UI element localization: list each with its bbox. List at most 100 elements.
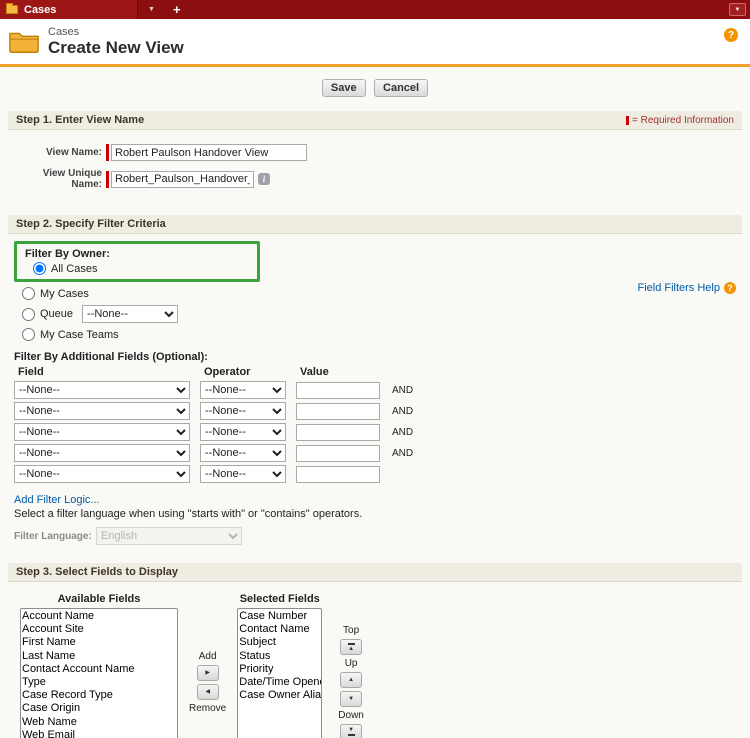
cancel-button[interactable]: Cancel <box>374 79 428 97</box>
bar-icon <box>348 643 355 645</box>
move-up-button[interactable]: ▲ <box>340 672 362 688</box>
page-title: Create New View <box>48 38 184 58</box>
filter-field-select-4[interactable]: --None-- <box>14 444 190 462</box>
filter-field-select-3[interactable]: --None-- <box>14 423 190 441</box>
list-item[interactable]: Date/Time Opened <box>239 676 320 689</box>
field-filters-help: Field Filters Help ? <box>637 282 736 294</box>
list-item[interactable]: First Name <box>22 636 176 649</box>
filter-row: --None-- --None-- AND <box>14 402 736 420</box>
bar-icon <box>348 734 355 736</box>
step3-title: Step 3. Select Fields to Display <box>16 566 178 578</box>
available-fields-column: Available Fields Account NameAccount Sit… <box>20 593 178 738</box>
all-cases-label: All Cases <box>51 263 97 275</box>
filter-field-select-2[interactable]: --None-- <box>14 402 190 420</box>
cases-folder-icon <box>8 28 40 59</box>
filter-operator-select-3[interactable]: --None-- <box>200 423 286 441</box>
filter-value-input-1[interactable] <box>296 382 380 399</box>
list-item[interactable]: Case Record Type <box>22 689 176 702</box>
down-arrow-icon: ▼ <box>348 727 354 733</box>
filter-row: --None-- --None-- <box>14 465 736 483</box>
reorder-controls: Top ▲ Up ▲ ▼ Down ▼ Bottom <box>335 625 367 738</box>
list-item[interactable]: Case Number <box>239 610 320 623</box>
move-down-button[interactable]: ▼ <box>340 691 362 707</box>
step3-header: Step 3. Select Fields to Display <box>8 563 742 582</box>
list-item[interactable]: Type <box>22 676 176 689</box>
filter-value-input-3[interactable] <box>296 424 380 441</box>
filter-operator-select-2[interactable]: --None-- <box>200 402 286 420</box>
top-button-row: Save Cancel <box>8 73 742 105</box>
field-filters-help-link[interactable]: Field Filters Help <box>637 282 720 294</box>
filter-value-input-5[interactable] <box>296 466 380 483</box>
move-bottom-button[interactable]: ▼ <box>340 724 362 738</box>
list-item[interactable]: Web Email <box>22 729 176 738</box>
required-bar-icon <box>106 144 109 161</box>
all-tabs-dropdown-button[interactable] <box>729 3 746 16</box>
view-unique-name-row: View Unique Name: i <box>14 168 736 190</box>
tab-cases[interactable]: Cases <box>0 0 138 19</box>
list-item[interactable]: Account Name <box>22 610 176 623</box>
queue-label: Queue <box>40 308 73 320</box>
list-item[interactable]: Account Site <box>22 623 176 636</box>
my-cases-label: My Cases <box>40 288 89 300</box>
cases-tab-folder-icon <box>6 5 18 14</box>
filter-language-row: Filter Language: English <box>14 527 736 545</box>
queue-select[interactable]: --None-- <box>82 305 178 323</box>
list-item[interactable]: Priority <box>239 663 320 676</box>
info-icon[interactable]: i <box>258 173 270 185</box>
additional-fields-label: Filter By Additional Fields (Optional): <box>14 351 736 363</box>
filter-row: --None-- --None-- AND <box>14 423 736 441</box>
filter-row: --None-- --None-- AND <box>14 444 736 462</box>
operator-column-header: Operator <box>200 366 286 378</box>
step1-header: Step 1. Enter View Name = Required Infor… <box>8 111 742 130</box>
list-item[interactable]: Contact Account Name <box>22 663 176 676</box>
my-case-teams-label: My Case Teams <box>40 329 119 341</box>
remove-label: Remove <box>189 703 226 714</box>
filter-value-input-2[interactable] <box>296 403 380 420</box>
queue-radio[interactable] <box>22 308 35 321</box>
remove-field-button[interactable]: ◀ <box>197 684 219 700</box>
filter-operator-select-5[interactable]: --None-- <box>200 465 286 483</box>
view-name-input[interactable] <box>111 144 307 161</box>
selected-fields-column: Selected Fields Case NumberContact NameS… <box>237 593 322 738</box>
filter-field-select-1[interactable]: --None-- <box>14 381 190 399</box>
my-cases-radio[interactable] <box>22 287 35 300</box>
save-button[interactable]: Save <box>322 79 366 97</box>
all-cases-radio[interactable] <box>33 262 46 275</box>
list-item[interactable]: Web Name <box>22 716 176 729</box>
move-top-button[interactable]: ▲ <box>340 639 362 655</box>
step1-body: View Name: View Unique Name: i <box>8 130 742 209</box>
page-help-icon[interactable]: ? <box>724 28 738 42</box>
selected-fields-listbox[interactable]: Case NumberContact NameSubjectStatusPrio… <box>237 608 322 738</box>
all-cases-option: All Cases <box>33 262 249 275</box>
available-fields-label: Available Fields <box>58 593 141 605</box>
queue-option: Queue --None-- <box>22 305 736 323</box>
available-fields-listbox[interactable]: Account NameAccount SiteFirst NameLast N… <box>20 608 178 738</box>
required-bar-icon <box>106 171 109 188</box>
field-filters-help-icon[interactable]: ? <box>724 282 736 294</box>
filter-operator-select-4[interactable]: --None-- <box>200 444 286 462</box>
page-header: Cases Create New View ? <box>0 19 750 64</box>
add-tab-button[interactable]: + <box>165 0 189 19</box>
list-item[interactable]: Status <box>239 650 320 663</box>
tab-menu-caret-icon[interactable] <box>138 0 165 19</box>
filter-column-headers: Field Operator Value <box>14 366 736 378</box>
add-filter-logic-link[interactable]: Add Filter Logic... <box>14 494 100 506</box>
view-name-row: View Name: <box>14 144 736 161</box>
list-item[interactable]: Last Name <box>22 650 176 663</box>
view-unique-name-input[interactable] <box>111 171 254 188</box>
right-arrow-icon: ▶ <box>205 670 210 676</box>
filter-value-input-4[interactable] <box>296 445 380 462</box>
list-item[interactable]: Case Origin <box>22 702 176 715</box>
my-case-teams-radio[interactable] <box>22 328 35 341</box>
list-item[interactable]: Subject <box>239 636 320 649</box>
step2-header: Step 2. Specify Filter Criteria <box>8 215 742 234</box>
value-column-header: Value <box>296 366 380 378</box>
down-arrow-icon: ▼ <box>348 696 354 702</box>
filter-operator-select-1[interactable]: --None-- <box>200 381 286 399</box>
filter-language-note: Select a filter language when using "sta… <box>14 508 736 520</box>
list-item[interactable]: Contact Name <box>239 623 320 636</box>
list-item[interactable]: Case Owner Alias <box>239 689 320 702</box>
step1-title: Step 1. Enter View Name <box>16 114 144 126</box>
filter-field-select-5[interactable]: --None-- <box>14 465 190 483</box>
add-field-button[interactable]: ▶ <box>197 665 219 681</box>
